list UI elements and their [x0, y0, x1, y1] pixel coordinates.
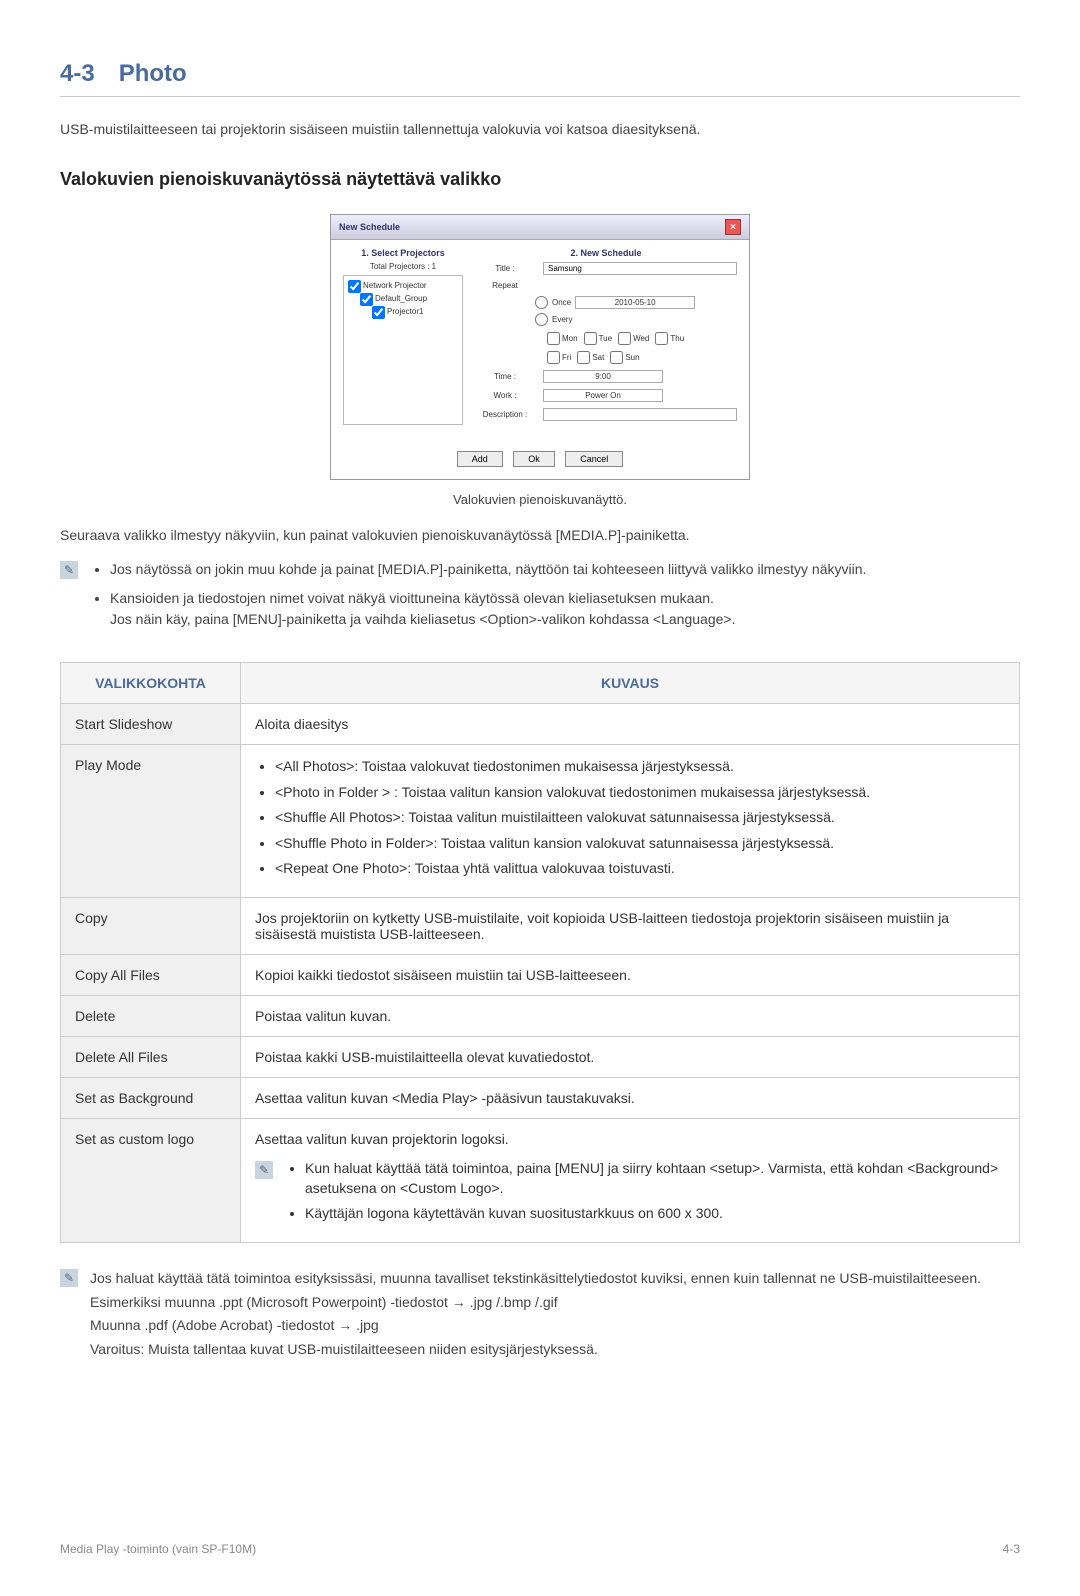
every-label: Every	[552, 315, 572, 324]
table-row: Start Slideshow Aloita diaesitys	[61, 704, 1020, 745]
right-pane-header: 2. New Schedule	[475, 248, 737, 258]
footer-note-p2: Esimerkiksi muunna .ppt (Microsoft Power…	[90, 1291, 981, 1315]
menu-table: VALIKKOKOHTA KUVAUS Start Slideshow Aloi…	[60, 662, 1020, 1243]
day-wed[interactable]	[618, 332, 631, 345]
footer-note-p3: Muunna .pdf (Adobe Acrobat) -tiedostot →…	[90, 1314, 981, 1338]
every-radio[interactable]	[535, 313, 548, 326]
note-icon: ✎	[255, 1161, 273, 1179]
add-button[interactable]: Add	[457, 451, 503, 467]
footer-note-p4: Varoitus: Muista tallentaa kuvat USB-mui…	[90, 1338, 981, 1362]
row-key: Delete All Files	[61, 1036, 241, 1077]
tree-item: Projector1	[387, 306, 423, 319]
work-label: Work :	[475, 391, 535, 400]
once-radio[interactable]	[535, 296, 548, 309]
tree-root: Network Projector	[363, 280, 427, 293]
work-combo[interactable]: Power On	[543, 389, 663, 402]
table-row: Delete Poistaa valitun kuvan.	[61, 995, 1020, 1036]
table-row: Set as Background Asettaa valitun kuvan …	[61, 1077, 1020, 1118]
row-value: Kopioi kaikki tiedostot sisäiseen muisti…	[241, 954, 1020, 995]
row-value: <All Photos>: Toistaa valokuvat tiedosto…	[241, 745, 1020, 898]
row-value: Poistaa kakki USB-muistilaitteella oleva…	[241, 1036, 1020, 1077]
desc-label: Description :	[475, 410, 535, 419]
once-label: Once	[552, 298, 571, 307]
date-combo[interactable]: 2010-05-10	[575, 296, 695, 309]
table-row: Set as custom logo Asettaa valitun kuvan…	[61, 1118, 1020, 1242]
repeat-label: Repeat	[475, 281, 535, 290]
section-title: Photo	[119, 60, 187, 88]
table-row: Play Mode <All Photos>: Toistaa valokuva…	[61, 745, 1020, 898]
cancel-button[interactable]: Cancel	[565, 451, 623, 467]
day-thu[interactable]	[655, 332, 668, 345]
row-value: Aloita diaesitys	[241, 704, 1020, 745]
row-key: Start Slideshow	[61, 704, 241, 745]
note-item-2: Kansioiden ja tiedostojen nimet voivat n…	[110, 588, 866, 630]
note-icon: ✎	[60, 1269, 78, 1287]
section-number: 4-3	[60, 60, 95, 88]
title-input[interactable]	[543, 262, 737, 275]
footer-left: Media Play -toiminto (vain SP-F10M)	[60, 1542, 256, 1556]
note-icon: ✎	[60, 561, 78, 579]
row-key: Set as Background	[61, 1077, 241, 1118]
left-pane-header: 1. Select Projectors	[343, 248, 463, 258]
ok-button[interactable]: Ok	[513, 451, 555, 467]
row-value: Asettaa valitun kuvan projektorin logoks…	[241, 1118, 1020, 1242]
tree-checkbox-root[interactable]	[348, 280, 361, 293]
day-fri[interactable]	[547, 351, 560, 364]
row-key: Play Mode	[61, 745, 241, 898]
time-label: Time :	[475, 372, 535, 381]
row-key: Delete	[61, 995, 241, 1036]
projector-tree[interactable]: Network Projector Default_Group Projecto…	[343, 275, 463, 425]
dialog-figure: New Schedule × 1. Select Projectors Tota…	[60, 214, 1020, 480]
table-row: Copy All Files Kopioi kaikki tiedostot s…	[61, 954, 1020, 995]
time-combo[interactable]: 9:00	[543, 370, 663, 383]
note-item-1: Jos näytössä on jokin muu kohde ja paina…	[110, 559, 866, 580]
table-header-2: KUVAUS	[241, 663, 1020, 704]
day-sun[interactable]	[610, 351, 623, 364]
table-row: Copy Jos projektoriin on kytketty USB-mu…	[61, 897, 1020, 954]
row-key: Copy All Files	[61, 954, 241, 995]
subheading: Valokuvien pienoiskuvanäytössä näytettäv…	[60, 169, 1020, 190]
total-projectors-value: 1	[432, 262, 436, 271]
close-icon[interactable]: ×	[725, 219, 741, 235]
row-value-text: Asettaa valitun kuvan projektorin logoks…	[255, 1131, 1005, 1147]
day-sat[interactable]	[577, 351, 590, 364]
tree-group: Default_Group	[375, 293, 427, 306]
title-label: Title :	[475, 264, 535, 273]
row-value: Asettaa valitun kuvan <Media Play> -pääs…	[241, 1077, 1020, 1118]
row-key: Set as custom logo	[61, 1118, 241, 1242]
table-row: Delete All Files Poistaa kakki USB-muist…	[61, 1036, 1020, 1077]
total-projectors-label: Total Projectors :	[370, 262, 430, 271]
day-tue[interactable]	[584, 332, 597, 345]
tree-checkbox-item[interactable]	[372, 306, 385, 319]
paragraph-1: Seuraava valikko ilmestyy näkyviin, kun …	[60, 527, 1020, 543]
table-header-1: VALIKKOKOHTA	[61, 663, 241, 704]
footer-right: 4-3	[1003, 1542, 1020, 1556]
dialog-title: New Schedule	[339, 222, 400, 232]
footer-note-p1: Jos haluat käyttää tätä toimintoa esityk…	[90, 1267, 981, 1291]
tree-checkbox-group[interactable]	[360, 293, 373, 306]
row-key: Copy	[61, 897, 241, 954]
row-value: Poistaa valitun kuvan.	[241, 995, 1020, 1036]
intro-text: USB-muistilaitteeseen tai projektorin si…	[60, 121, 1020, 137]
desc-input[interactable]	[543, 408, 737, 421]
row-value: Jos projektoriin on kytketty USB-muistil…	[241, 897, 1020, 954]
figure-caption: Valokuvien pienoiskuvanäyttö.	[60, 492, 1020, 507]
day-mon[interactable]	[547, 332, 560, 345]
